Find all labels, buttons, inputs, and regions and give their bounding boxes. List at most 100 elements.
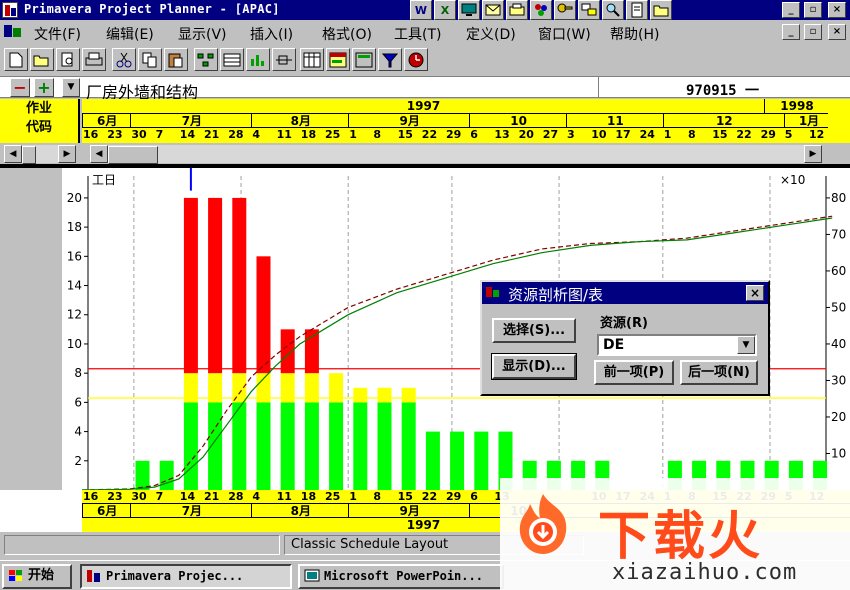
start-button[interactable]: 开始 xyxy=(2,564,72,589)
timescale-months: 6月 7月 8月 9月 10 11 12 1月 xyxy=(82,114,828,128)
expand-button[interactable]: + xyxy=(34,78,54,97)
clock-icon[interactable] xyxy=(404,48,428,71)
timeline-scroll-right-icon[interactable]: ▶ xyxy=(804,145,822,163)
cut-icon[interactable] xyxy=(112,48,136,71)
activity-code-header: 作业 代码 xyxy=(0,99,80,143)
footer-month-cell: 6月 xyxy=(82,504,130,518)
resource-select[interactable]: DE ▼ xyxy=(597,334,757,356)
search-icon[interactable] xyxy=(602,0,624,20)
next-button[interactable]: 后一项(N) xyxy=(680,360,758,385)
histogram-bar-segment xyxy=(208,402,223,490)
primavera-app-icon[interactable] xyxy=(2,2,18,18)
edit-dropdown-button[interactable]: ▼ xyxy=(62,78,80,97)
day-tick: 13 xyxy=(494,128,510,141)
histogram-bar-segment xyxy=(401,387,416,403)
day-tick: 30 xyxy=(131,490,147,503)
new-icon[interactable] xyxy=(4,48,28,71)
select-button[interactable]: 选择(S)... xyxy=(492,318,576,343)
right-tick-label: 80 xyxy=(831,191,846,205)
day-tick: 3 xyxy=(567,128,575,141)
timeline-scroll-thumb[interactable] xyxy=(108,146,158,164)
table-icon[interactable] xyxy=(300,48,324,71)
previous-button[interactable]: 前一项(P) xyxy=(594,360,674,385)
pert-network-icon[interactable] xyxy=(194,48,218,71)
filter-icon[interactable] xyxy=(378,48,402,71)
chevron-down-icon[interactable]: ▼ xyxy=(737,336,755,354)
day-tick: 21 xyxy=(204,128,220,141)
display-button[interactable]: 显示(D)... xyxy=(491,353,577,380)
close-button[interactable]: × xyxy=(828,2,846,18)
document-icon[interactable] xyxy=(2,24,24,40)
collapse-button[interactable]: − xyxy=(10,78,30,97)
open-icon[interactable] xyxy=(30,48,54,71)
histogram-bar-segment xyxy=(450,431,465,490)
timescale-icon[interactable] xyxy=(272,48,296,71)
day-tick: 28 xyxy=(228,128,244,141)
network-icon[interactable] xyxy=(578,0,600,20)
day-tick: 18 xyxy=(300,128,317,141)
left-scroll-thumb[interactable] xyxy=(22,146,36,164)
flame-logo-icon xyxy=(519,494,567,554)
timescale-days: 16 23 30 7 14 21 28 4 11 18 25 1 8 15 22 29 6 13 20 27 3 10 17… xyxy=(82,128,828,143)
dialog-close-button[interactable]: × xyxy=(746,285,764,301)
tools-icon[interactable] xyxy=(530,0,552,20)
menu-define[interactable]: 定义(D) xyxy=(466,24,516,44)
dialog-app-icon xyxy=(486,287,500,299)
day-tick: 15 xyxy=(712,128,728,141)
scroll-left-icon[interactable]: ◀ xyxy=(4,145,22,163)
timeline-scroll-track[interactable] xyxy=(108,145,804,164)
mail-icon[interactable] xyxy=(482,0,504,20)
scanner-icon[interactable] xyxy=(506,0,528,20)
menu-insert[interactable]: 插入(I) xyxy=(250,24,293,44)
day-tick: 25 xyxy=(325,490,341,503)
folder-icon[interactable] xyxy=(650,0,672,20)
day-tick: 22 xyxy=(421,490,438,503)
calculator-icon[interactable] xyxy=(352,48,376,71)
menu-window[interactable]: 窗口(W) xyxy=(538,24,591,44)
day-tick: 15 xyxy=(397,128,413,141)
menu-view[interactable]: 显示(V) xyxy=(178,24,227,44)
task-powerpoint[interactable]: Microsoft PowerPoin... xyxy=(298,564,504,589)
minimize-button[interactable]: _ xyxy=(782,2,800,18)
menu-format[interactable]: 格式(O) xyxy=(322,24,372,44)
year-1997: 1997 xyxy=(406,99,441,113)
left-tick-label: 10 xyxy=(67,337,82,351)
timeline-scroll-left-icon[interactable]: ◀ xyxy=(90,145,108,163)
day-tick: 1 xyxy=(349,128,357,141)
left-tick-label: 20 xyxy=(67,191,82,205)
doc-restore-button[interactable]: ▫ xyxy=(804,24,822,40)
left-scroll-track[interactable] xyxy=(22,145,58,164)
excel-icon[interactable]: X xyxy=(434,0,456,20)
day-tick: 4 xyxy=(252,128,261,141)
day-tick: 27 xyxy=(542,128,559,141)
menu-edit[interactable]: 编辑(E) xyxy=(106,24,154,44)
print-preview-icon[interactable] xyxy=(56,48,80,71)
paste-icon[interactable] xyxy=(164,48,188,71)
dialog-title-bar[interactable]: 资源剖析图/表 × xyxy=(482,282,768,304)
task-primavera[interactable]: Primavera Projec... xyxy=(80,564,292,589)
histogram-icon[interactable] xyxy=(246,48,270,71)
scroll-right-icon[interactable]: ▶ xyxy=(58,145,76,163)
day-tick: 8 xyxy=(373,490,382,503)
layout-icon[interactable] xyxy=(220,48,244,71)
menu-file[interactable]: 文件(F) xyxy=(34,24,81,44)
left-scrollbar[interactable]: ◀ ▶ xyxy=(0,144,80,164)
day-tick: 4 xyxy=(252,490,261,503)
word-icon-label: W xyxy=(414,3,428,17)
key-icon[interactable] xyxy=(554,0,576,20)
menu-tools[interactable]: 工具(T) xyxy=(394,24,441,44)
word-icon[interactable]: W xyxy=(410,0,432,20)
spreadsheet-icon[interactable] xyxy=(326,48,350,71)
copy-icon[interactable] xyxy=(138,48,162,71)
doc-minimize-button[interactable]: _ xyxy=(782,24,800,40)
monitor-icon[interactable] xyxy=(458,0,480,20)
notepad-icon[interactable] xyxy=(626,0,648,20)
doc-close-button[interactable]: × xyxy=(828,24,846,40)
print-icon[interactable] xyxy=(82,48,106,71)
right-tick-label: 50 xyxy=(831,300,846,314)
day-tick: 1 xyxy=(663,128,672,141)
restore-button[interactable]: ▫ xyxy=(804,2,822,18)
menu-help[interactable]: 帮助(H) xyxy=(610,24,659,44)
left-tick-label: 16 xyxy=(67,249,82,263)
timeline-scrollbar[interactable]: ◀ ▶ xyxy=(86,144,850,164)
